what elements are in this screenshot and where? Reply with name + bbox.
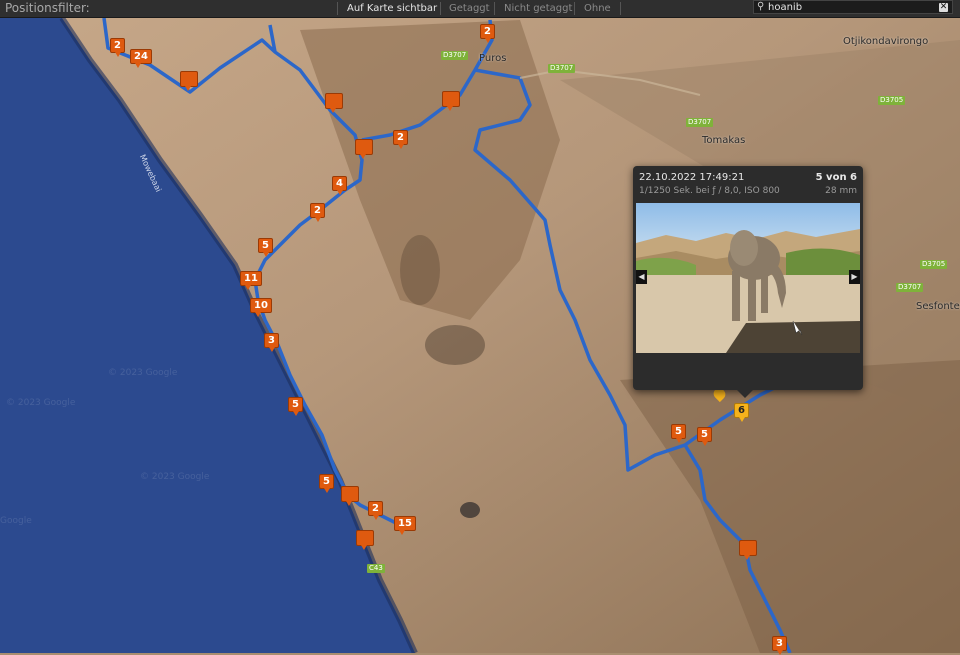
filter-visible-on-map[interactable]: Auf Karte sichtbar — [347, 3, 437, 14]
photo-marker[interactable] — [355, 139, 373, 159]
separator — [337, 2, 338, 15]
close-icon[interactable]: ✕ — [939, 3, 948, 12]
photo-marker[interactable]: 2 — [393, 130, 408, 149]
filter-untagged[interactable]: Nicht getaggt — [504, 3, 572, 14]
road-label: D3707 — [441, 51, 469, 60]
place-label: Puros — [479, 53, 507, 64]
popup-pointer — [737, 390, 753, 398]
photo-marker[interactable] — [442, 91, 460, 111]
chevron-left-icon[interactable]: ◀ — [636, 270, 647, 284]
search-input[interactable] — [768, 1, 928, 13]
position-filter-bar: Positionsfilter: Auf Karte sichtbar Geta… — [0, 0, 960, 18]
photo-marker[interactable] — [341, 486, 359, 506]
photo-exif: 1/1250 Sek. bei ƒ / 8,0, ISO 800 — [639, 186, 780, 196]
filter-tagged[interactable]: Getaggt — [449, 3, 490, 14]
photo-marker[interactable]: 11 — [240, 271, 262, 290]
photo-marker[interactable]: 2 — [480, 24, 495, 43]
photo-marker[interactable] — [180, 71, 198, 91]
photo-marker[interactable]: 5 — [319, 474, 334, 493]
search-icon: ⚲ — [757, 1, 765, 12]
photo-marker[interactable]: 2 — [368, 501, 383, 520]
photo-marker[interactable]: 6 — [734, 403, 749, 422]
photo-marker[interactable]: 5 — [258, 238, 273, 257]
photo-marker[interactable]: 15 — [394, 516, 416, 535]
photo-marker[interactable]: 10 — [250, 298, 272, 317]
place-label: Tomakas — [702, 135, 746, 146]
photo-marker[interactable]: 24 — [130, 49, 152, 68]
photo-marker[interactable]: 4 — [332, 176, 347, 195]
map-watermark: © 2023 Google — [140, 472, 210, 482]
photo-marker[interactable]: 5 — [671, 424, 686, 443]
photo-marker[interactable]: 2 — [310, 203, 325, 222]
dark-outcrop — [425, 325, 485, 365]
separator — [620, 2, 621, 15]
photo-marker[interactable]: 5 — [288, 397, 303, 416]
photo-marker[interactable] — [356, 530, 374, 550]
separator — [440, 2, 441, 15]
photo-marker[interactable]: 2 — [110, 38, 125, 57]
map-watermark: © 2023 Google — [108, 368, 178, 378]
separator — [494, 2, 495, 15]
map-watermark: Google — [0, 516, 32, 526]
road-label: D3705 — [920, 260, 948, 269]
separator — [574, 2, 575, 15]
place-label: Sesfontein — [916, 301, 960, 312]
photo-marker[interactable] — [739, 540, 757, 560]
road-label: D3705 — [878, 96, 906, 105]
photo-marker[interactable]: 5 — [697, 427, 712, 446]
map-watermark: © 2023 Google — [6, 398, 76, 408]
road-label: D3707 — [548, 64, 576, 73]
filter-title: Positionsfilter: — [5, 1, 90, 15]
photo-thumbnail[interactable] — [636, 203, 860, 353]
road-label: D3707 — [686, 118, 714, 127]
photo-marker[interactable]: 3 — [772, 636, 787, 655]
photo-popup: 22.10.2022 17:49:21 5 von 6 1/1250 Sek. … — [633, 166, 863, 398]
road-label: C43 — [367, 564, 385, 573]
photo-focal-length: 28 mm — [825, 186, 857, 196]
chevron-right-icon[interactable]: ▶ — [849, 270, 860, 284]
dark-outcrop — [400, 235, 440, 305]
photo-counter: 5 von 6 — [815, 172, 857, 183]
filter-none[interactable]: Ohne — [584, 3, 611, 14]
search-box: ⚲ ✕ — [753, 0, 953, 14]
place-label: Otjikondavirongo — [843, 36, 929, 47]
photo-datetime: 22.10.2022 17:49:21 — [639, 172, 745, 183]
road-label: D3707 — [896, 283, 924, 292]
dark-outcrop — [460, 502, 480, 518]
photo-marker[interactable] — [325, 93, 343, 113]
photo-marker[interactable]: 3 — [264, 333, 279, 352]
